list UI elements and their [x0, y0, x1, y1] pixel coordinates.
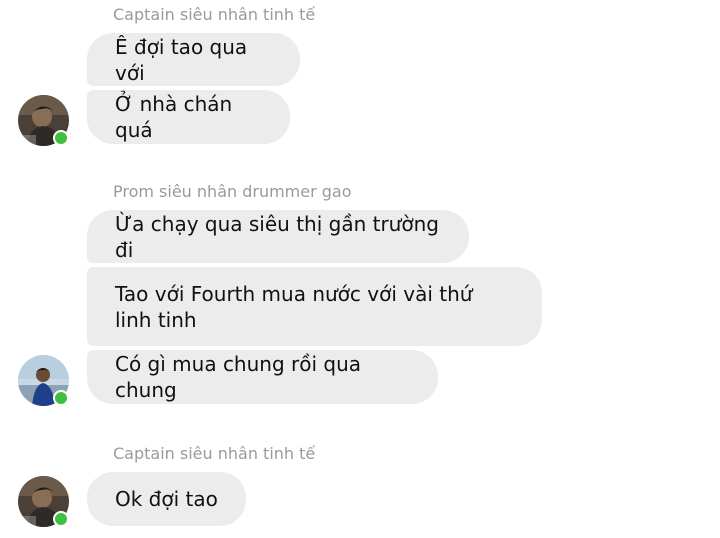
sender-name: Captain siêu nhân tinh tế: [113, 5, 316, 24]
message-text: Có gì mua chung rồi qua chung: [115, 352, 362, 402]
message-bubble[interactable]: Ok đợi tao: [87, 472, 246, 526]
message-bubble[interactable]: Ở nhà chán quá: [87, 90, 290, 144]
message-text: Ok đợi tao: [115, 487, 218, 511]
online-status-indicator: [53, 130, 69, 146]
online-status-indicator: [53, 511, 69, 527]
online-status-indicator: [53, 390, 69, 406]
message-text: Ừa chạy qua siêu thị gần trường đi: [115, 211, 439, 262]
avatar[interactable]: [18, 355, 69, 406]
message-bubble[interactable]: Tao với Fourth mua nước với vài thứ linh…: [87, 267, 542, 346]
message-text: Tao với Fourth mua nước với vài thứ linh…: [115, 281, 473, 332]
avatar[interactable]: [18, 476, 69, 527]
message-bubble[interactable]: Ê đợi tao qua với: [87, 33, 300, 86]
sender-name: Captain siêu nhân tinh tế: [113, 444, 316, 463]
avatar[interactable]: [18, 95, 69, 146]
sender-name: Prom siêu nhân drummer gao: [113, 182, 352, 201]
message-bubble[interactable]: Ừa chạy qua siêu thị gần trường đi: [87, 210, 469, 263]
message-text: Ê đợi tao qua với: [115, 34, 248, 85]
message-bubble[interactable]: Có gì mua chung rồi qua chung: [87, 350, 438, 404]
message-text: Ở nhà chán quá: [115, 92, 233, 142]
